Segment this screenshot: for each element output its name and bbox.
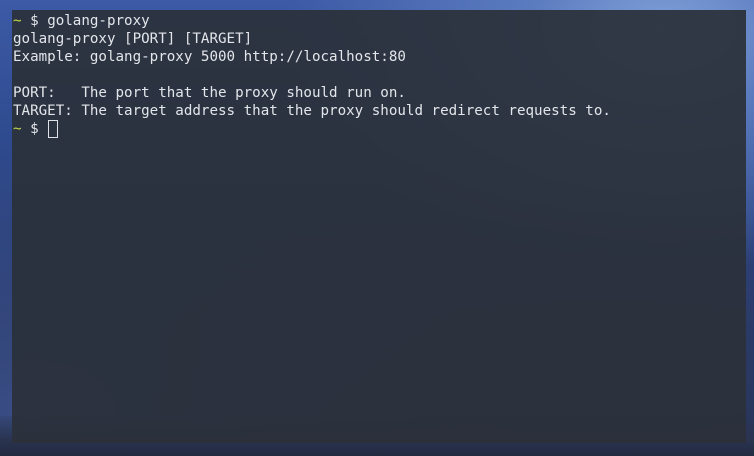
terminal-window[interactable]: ~ $ golang-proxy golang-proxy [PORT] [TA… bbox=[12, 10, 746, 443]
text-cursor bbox=[48, 120, 59, 138]
command-text: golang-proxy bbox=[47, 13, 150, 29]
prompt-tilde: ~ bbox=[13, 121, 22, 137]
active-prompt-line[interactable]: ~ $ bbox=[13, 120, 745, 138]
output-line-blank bbox=[13, 66, 745, 84]
output-line-port: PORT: The port that the proxy should run… bbox=[13, 85, 406, 101]
prompt-symbol: $ bbox=[30, 13, 39, 29]
prompt-tilde: ~ bbox=[13, 13, 22, 29]
prompt-symbol: $ bbox=[30, 121, 39, 137]
command-line: ~ $ golang-proxy bbox=[13, 12, 745, 30]
output-line-target: TARGET: The target address that the prox… bbox=[13, 103, 611, 119]
output-line-usage: golang-proxy [PORT] [TARGET] bbox=[13, 31, 253, 47]
output-line-example: Example: golang-proxy 5000 http://localh… bbox=[13, 49, 406, 65]
